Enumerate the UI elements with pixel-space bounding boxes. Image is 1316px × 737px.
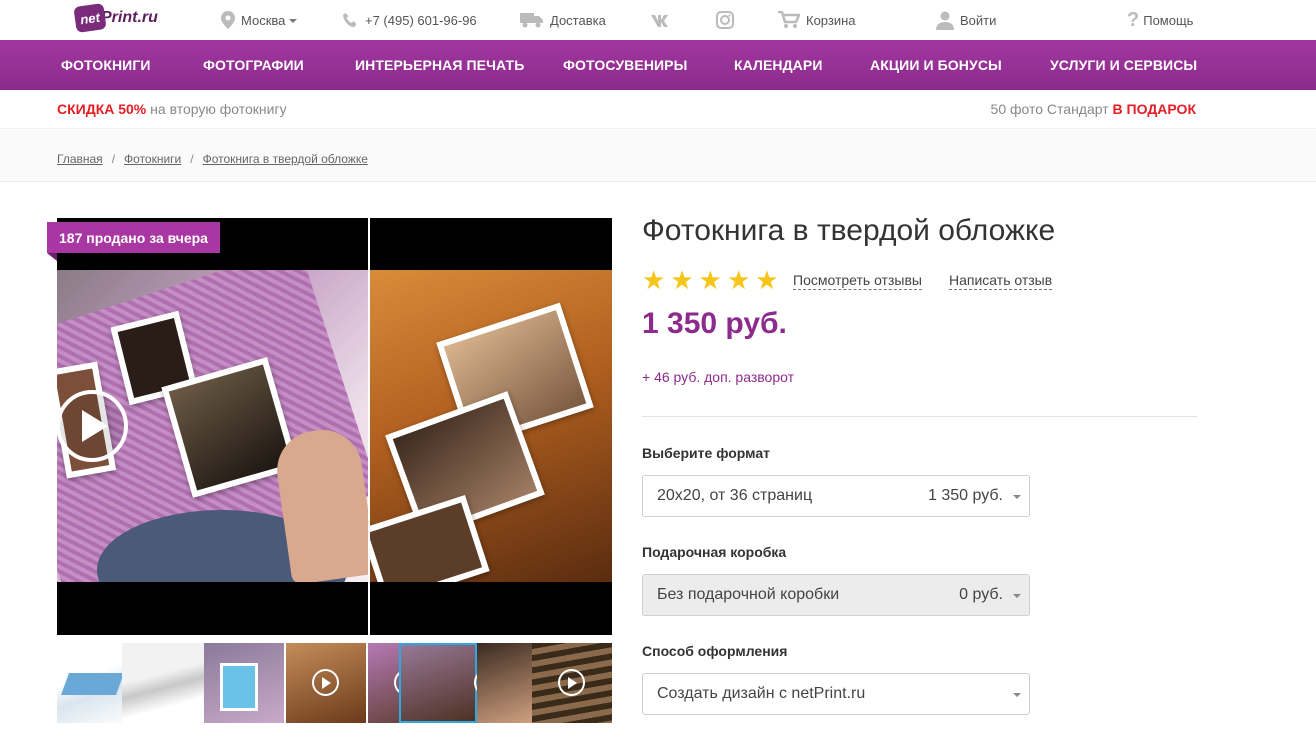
breadcrumb: Главная / Фотокниги / Фотокнига в твердо…: [57, 152, 368, 166]
play-icon: [558, 669, 585, 696]
thumbnail-4[interactable]: [286, 643, 366, 723]
product-title: Фотокнига в твердой обложке: [642, 214, 1056, 247]
thumbnail-3[interactable]: [204, 643, 284, 723]
top-bar: net Print.ru Москва +7 (495) 601-96-96 Д…: [0, 0, 1316, 40]
help-label: Помощь: [1143, 12, 1194, 28]
design-method-label: Способ оформления: [642, 643, 788, 659]
city-selector[interactable]: Москва: [221, 0, 298, 40]
breadcrumb-separator: /: [190, 152, 194, 166]
promo-discount-highlight: СКИДКА 50%: [57, 101, 147, 117]
instagram-icon: [716, 11, 734, 29]
star-icon: ★: [755, 265, 779, 295]
star-icon: ★: [698, 265, 722, 295]
rating-stars: ★ ★ ★ ★ ★: [642, 265, 779, 295]
chevron-down-icon: [1013, 495, 1021, 499]
logo-badge: net: [73, 3, 107, 33]
gift-box-value: Без подарочной коробки: [657, 586, 840, 603]
user-icon: [936, 11, 954, 30]
promo-discount[interactable]: СКИДКА 50% на вторую фотокнигу: [57, 101, 287, 117]
login-link[interactable]: Войти: [936, 0, 996, 40]
instagram-link[interactable]: [716, 0, 740, 40]
nav-item-calendars[interactable]: КАЛЕНДАРИ: [734, 40, 822, 90]
breadcrumb-home[interactable]: Главная: [57, 152, 103, 166]
format-select[interactable]: 20х20, от 36 страниц 1 350 руб.: [642, 475, 1030, 517]
site-logo[interactable]: net Print.ru: [73, 3, 158, 33]
divider: [642, 416, 1197, 417]
vk-link[interactable]: [650, 0, 678, 40]
question-mark-icon: ?: [1127, 8, 1140, 31]
chevron-down-icon: [1013, 594, 1021, 598]
breadcrumb-current[interactable]: Фотокнига в твердой обложке: [203, 152, 368, 166]
logo-text: Print.ru: [101, 9, 158, 26]
vk-icon: [651, 15, 668, 27]
promo-strip: СКИДКА 50% на вторую фотокнигу 50 фото С…: [0, 90, 1316, 129]
breadcrumb-bar: Главная / Фотокниги / Фотокнига в твердо…: [0, 130, 1316, 182]
promo-gift-highlight: В ПОДАРОК: [1112, 101, 1196, 117]
promo-discount-text: на вторую фотокнигу: [146, 101, 287, 117]
nav-item-promotions[interactable]: АКЦИИ И БОНУСЫ: [870, 40, 1002, 90]
gift-box-select[interactable]: Без подарочной коробки 0 руб.: [642, 574, 1030, 616]
extra-spread-price: + 46 руб. доп. разворот: [642, 369, 795, 385]
cart-label: Корзина: [806, 12, 856, 28]
format-value: 20х20, от 36 страниц: [657, 487, 813, 504]
design-method-value: Создать дизайн с netPrint.ru: [657, 685, 866, 702]
star-icon: ★: [670, 265, 694, 295]
format-label: Выберите формат: [642, 445, 770, 461]
phone-number[interactable]: +7 (495) 601-96-96: [342, 0, 477, 40]
star-icon: ★: [642, 265, 666, 295]
phone-label: +7 (495) 601-96-96: [365, 12, 477, 28]
badge-fold: [47, 253, 57, 261]
thumbnail-strip: [57, 643, 612, 723]
breadcrumb-separator: /: [111, 152, 116, 166]
city-label: Москва: [241, 12, 286, 28]
phone-icon: [343, 12, 357, 27]
nav-item-photobooks[interactable]: ФОТОКНИГИ: [61, 40, 151, 90]
help-link[interactable]: ? Помощь: [1127, 0, 1193, 40]
nav-item-souvenirs[interactable]: ФОТОСУВЕНИРЫ: [563, 40, 687, 90]
thumbnail-7[interactable]: [532, 643, 612, 723]
play-icon: [312, 669, 339, 696]
design-method-select[interactable]: Создать дизайн с netPrint.ru: [642, 673, 1030, 715]
nav-item-photos[interactable]: ФОТОГРАФИИ: [203, 40, 304, 90]
sold-count-badge: 187 продано за вчера: [47, 222, 220, 253]
view-reviews-link[interactable]: Посмотреть отзывы: [793, 272, 922, 290]
video-frame-right: [370, 270, 612, 582]
thumbnail-6[interactable]: [477, 643, 532, 723]
delivery-link[interactable]: Доставка: [520, 0, 606, 40]
chevron-down-icon: [289, 19, 298, 23]
product-video-player[interactable]: [57, 218, 612, 635]
thumbnail-active[interactable]: [399, 643, 477, 723]
promo-gift-text: 50 фото Стандарт: [990, 101, 1113, 117]
cart-icon: [778, 11, 800, 28]
thumbnail-2[interactable]: [122, 643, 204, 723]
cart-link[interactable]: Корзина: [778, 0, 856, 40]
star-icon: ★: [726, 265, 751, 295]
truck-icon: [520, 13, 543, 28]
format-price: 1 350 руб.: [928, 487, 1003, 504]
delivery-label: Доставка: [550, 12, 606, 28]
nav-item-services[interactable]: УСЛУГИ И СЕРВИСЫ: [1050, 40, 1197, 90]
gift-box-price: 0 руб.: [959, 586, 1003, 603]
location-pin-icon: [221, 11, 235, 29]
chevron-down-icon: [1013, 693, 1021, 697]
nav-item-interior-print[interactable]: ИНТЕРЬЕРНАЯ ПЕЧАТЬ: [355, 40, 524, 90]
main-nav: ФОТОКНИГИ ФОТОГРАФИИ ИНТЕРЬЕРНАЯ ПЕЧАТЬ …: [0, 40, 1316, 90]
write-review-link[interactable]: Написать отзыв: [949, 272, 1053, 290]
play-button[interactable]: [56, 390, 128, 462]
promo-gift[interactable]: 50 фото Стандарт В ПОДАРОК: [991, 101, 1196, 117]
gift-box-label: Подарочная коробка: [642, 544, 787, 560]
login-label: Войти: [960, 12, 997, 28]
product-price: 1 350 руб.: [642, 307, 787, 340]
breadcrumb-photobooks[interactable]: Фотокниги: [124, 152, 181, 166]
